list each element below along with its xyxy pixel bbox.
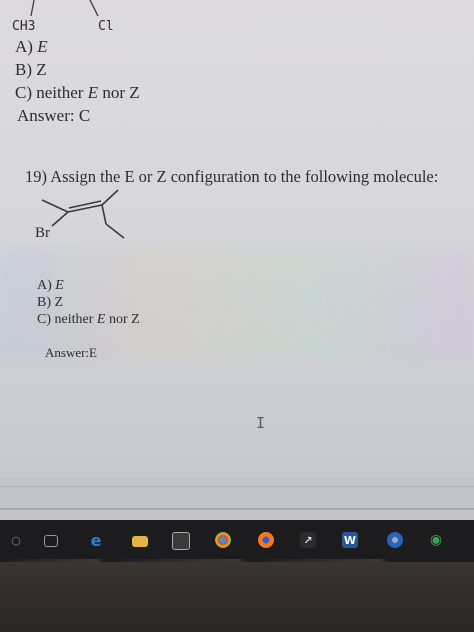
text-cursor-icon: I [256,414,266,432]
app-icon[interactable]: ↗ [300,532,316,548]
answer-19: Answer:E [45,345,97,360]
prev-option-b: B) Z [15,60,47,79]
option-a: A) E [37,278,64,293]
edge-browser-icon[interactable]: e [88,531,104,550]
file-explorer-icon[interactable] [132,536,148,547]
prev-option-c: C) neither E nor Z [15,83,140,102]
document-page: CH3 Cl A) E B) Z C) neither E nor Z Answ… [0,0,474,478]
prev-answer: Answer: C [17,106,91,125]
screen-moire [0,250,474,360]
question-19-prompt: 19) Assign the E or Z configuration to t… [25,167,439,186]
prev-structure-bonds [30,0,99,17]
app-icon[interactable]: ◉ [428,532,444,548]
word-icon[interactable]: W [342,532,358,548]
prev-option-a: A) E [15,37,48,56]
app-icon[interactable] [387,532,403,548]
firefox-icon[interactable] [258,532,274,548]
chrome-icon[interactable] [215,532,231,548]
task-view-icon[interactable] [44,535,58,547]
frame-divider [0,508,474,510]
option-c: C) neither E nor Z [37,312,140,327]
ch3-label: CH3 [12,19,36,34]
cl-label: Cl [98,19,114,34]
option-b: B) Z [37,295,64,310]
store-icon[interactable] [172,532,190,550]
window-bottom-frame [0,478,474,520]
search-icon[interactable]: ○ [8,532,24,548]
monitor-bezel [0,562,474,632]
taskbar: ○ e ↗ W ◉ [0,520,474,562]
frame-divider [0,486,474,487]
bromine-label: Br [35,225,50,241]
